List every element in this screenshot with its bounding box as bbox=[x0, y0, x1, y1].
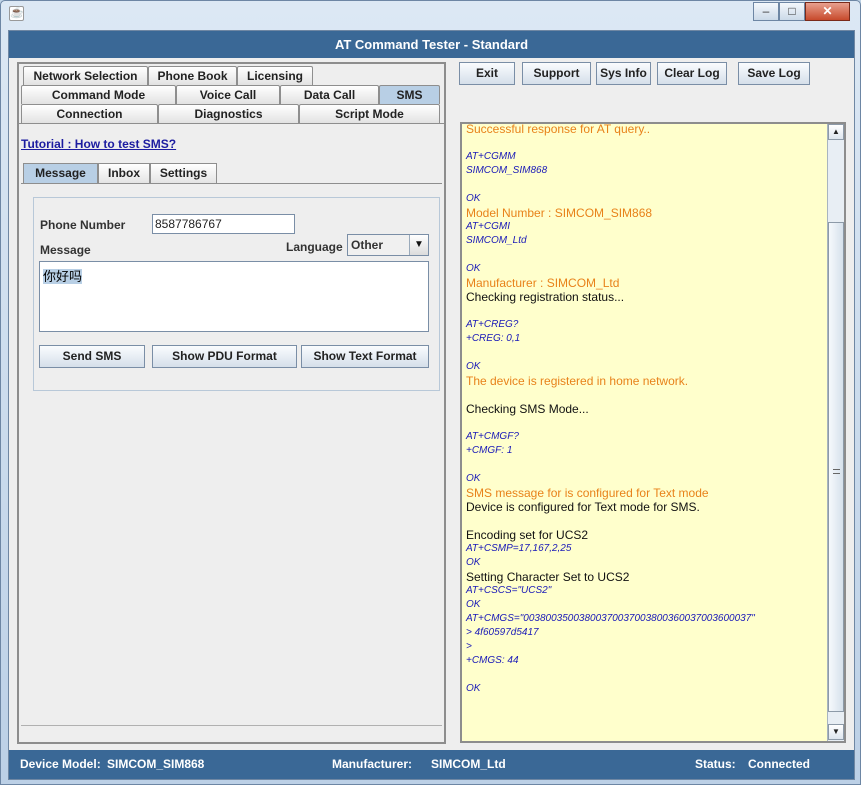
log-line: > bbox=[466, 641, 472, 652]
log-line: AT+CSMP=17,167,2,25 bbox=[466, 543, 572, 554]
log-line: OK bbox=[466, 263, 481, 274]
app-title: AT Command Tester - Standard bbox=[9, 31, 854, 58]
log-line: OK bbox=[466, 361, 481, 372]
log-line: AT+CSCS="UCS2" bbox=[466, 585, 552, 596]
message-form: Phone Number 8587786767 Message Language… bbox=[33, 197, 440, 391]
chevron-down-icon[interactable]: ▼ bbox=[409, 235, 428, 255]
tab-command-mode[interactable]: Command Mode bbox=[21, 85, 176, 104]
minimize-button[interactable]: – bbox=[753, 2, 779, 21]
bottom-divider bbox=[21, 725, 442, 726]
log-line: OK bbox=[466, 599, 481, 610]
subtab-message[interactable]: Message bbox=[23, 163, 98, 183]
language-select[interactable]: Other ▼ bbox=[347, 234, 429, 256]
language-label: Language bbox=[286, 240, 343, 254]
log-line: AT+CREG? bbox=[466, 319, 519, 330]
tab-connection[interactable]: Connection bbox=[21, 104, 158, 123]
log-line: +CMGS: 44 bbox=[466, 655, 519, 666]
tab-phone-book[interactable]: Phone Book bbox=[148, 66, 237, 85]
send-sms-button[interactable]: Send SMS bbox=[39, 345, 145, 368]
log-line: Manufacturer : SIMCOM_Ltd bbox=[466, 276, 620, 290]
phone-number-label: Phone Number bbox=[40, 218, 126, 232]
status-label: Status: bbox=[695, 757, 736, 771]
log-line: AT+CMGS="0038003500380037003700380036003… bbox=[466, 613, 755, 624]
close-button[interactable]: ✕ bbox=[805, 2, 850, 21]
maximize-button[interactable]: □ bbox=[779, 2, 805, 21]
tab-licensing[interactable]: Licensing bbox=[237, 66, 313, 85]
log-line: AT+CGMI bbox=[466, 221, 510, 232]
phone-number-input[interactable]: 8587786767 bbox=[152, 214, 295, 234]
status-bar: Device Model: SIMCOM_SIM868 Manufacturer… bbox=[9, 750, 854, 779]
device-model-label: Device Model: bbox=[20, 757, 101, 771]
subtab-settings[interactable]: Settings bbox=[150, 163, 217, 183]
tab-voice-call[interactable]: Voice Call bbox=[176, 85, 280, 104]
log-line: +CREG: 0,1 bbox=[466, 333, 521, 344]
log-line: Model Number : SIMCOM_SIM868 bbox=[466, 206, 653, 220]
message-textarea[interactable]: 你好吗 bbox=[39, 261, 429, 332]
log-line: The device is registered in home network… bbox=[466, 374, 689, 388]
java-icon: ☕ bbox=[9, 6, 24, 21]
exit-button[interactable]: Exit bbox=[459, 62, 515, 85]
sys-info-button[interactable]: Sys Info bbox=[596, 62, 651, 85]
log-line: Setting Character Set to UCS2 bbox=[466, 570, 630, 584]
tutorial-link[interactable]: Tutorial : How to test SMS? bbox=[21, 137, 176, 151]
scroll-up-icon[interactable]: ▲ bbox=[828, 124, 844, 140]
support-button[interactable]: Support bbox=[522, 62, 591, 85]
scroll-down-icon[interactable]: ▼ bbox=[828, 724, 844, 740]
message-text: 你好吗 bbox=[43, 269, 83, 284]
subtab-divider bbox=[21, 183, 442, 184]
log-line: OK bbox=[466, 683, 481, 694]
tab-script-mode[interactable]: Script Mode bbox=[299, 104, 440, 123]
status-value: Connected bbox=[748, 757, 811, 771]
save-log-button[interactable]: Save Log bbox=[738, 62, 810, 85]
log-line: OK bbox=[466, 557, 481, 568]
tab-panel: Network Selection Phone Book Licensing C… bbox=[17, 62, 446, 744]
tab-network-selection[interactable]: Network Selection bbox=[23, 66, 148, 85]
log-line: > 4f60597d5417 bbox=[466, 627, 539, 638]
log-line: Checking SMS Mode... bbox=[466, 402, 589, 416]
client-area: AT Command Tester - Standard Exit Suppor… bbox=[8, 30, 855, 780]
subtab-inbox[interactable]: Inbox bbox=[98, 163, 150, 183]
clear-log-button[interactable]: Clear Log bbox=[657, 62, 727, 85]
log-line: Device is configured for Text mode for S… bbox=[466, 500, 700, 514]
log-line: OK bbox=[466, 193, 481, 204]
tab-diagnostics[interactable]: Diagnostics bbox=[158, 104, 299, 123]
language-value: Other bbox=[351, 238, 384, 252]
tab-divider bbox=[19, 123, 444, 124]
manufacturer-label: Manufacturer: bbox=[332, 757, 413, 771]
show-pdu-format-button[interactable]: Show PDU Format bbox=[152, 345, 297, 368]
message-label: Message bbox=[40, 243, 91, 257]
log-line: OK bbox=[466, 473, 481, 484]
device-model-value: SIMCOM_SIM868 bbox=[107, 757, 205, 771]
log-line: Successful response for AT query.. bbox=[466, 122, 651, 136]
grip-icon bbox=[833, 469, 840, 474]
log-line: SMS message for is configured for Text m… bbox=[466, 486, 709, 500]
scroll-thumb[interactable] bbox=[828, 222, 844, 712]
log-line: SIMCOM_Ltd bbox=[466, 235, 527, 246]
manufacturer-value: SIMCOM_Ltd bbox=[431, 757, 506, 771]
log-text: Successful response for AT query.. AT+CGM… bbox=[466, 122, 826, 696]
log-line: +CMGF: 1 bbox=[466, 445, 513, 456]
application-window: ☕ – □ ✕ AT Command Tester - Standard Exi… bbox=[0, 0, 861, 785]
show-text-format-button[interactable]: Show Text Format bbox=[301, 345, 429, 368]
log-line: Encoding set for UCS2 bbox=[466, 528, 589, 542]
tab-sms[interactable]: SMS bbox=[379, 85, 440, 104]
log-line: SIMCOM_SIM868 bbox=[466, 165, 548, 176]
log-panel[interactable]: Successful response for AT query.. AT+CGM… bbox=[460, 122, 846, 743]
log-line: AT+CMGF? bbox=[466, 431, 519, 442]
log-line: AT+CGMM bbox=[466, 151, 516, 162]
log-line: Checking registration status... bbox=[466, 290, 625, 304]
vertical-scrollbar[interactable]: ▲ ▼ bbox=[827, 124, 844, 741]
tab-data-call[interactable]: Data Call bbox=[280, 85, 379, 104]
